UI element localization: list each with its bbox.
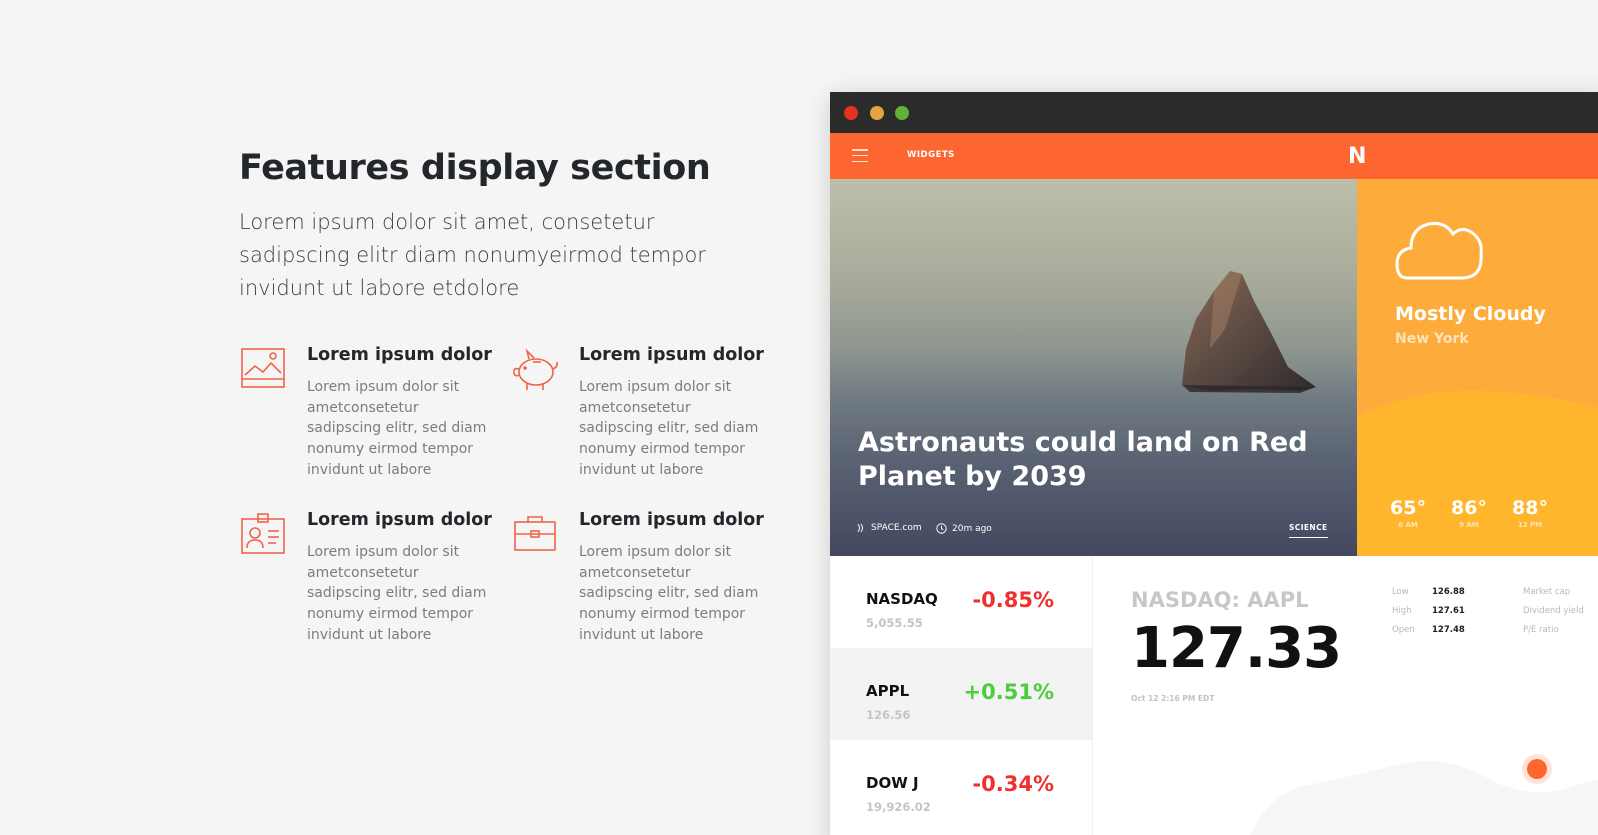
id-card-icon [241,513,285,554]
stock-name: NASDAQ [866,590,938,608]
image-icon [241,348,285,388]
stat-label-market-cap: Market cap [1523,587,1571,597]
hero-headline[interactable]: Astronauts could land on Red Planet by 2… [858,426,1318,494]
close-window-button[interactable] [844,106,858,120]
feature-description: Lorem ipsum dolor sit ametconsetetur sad… [307,379,487,478]
stock-row[interactable]: DOW J 19,926.02 -0.34% [830,740,1092,832]
stat-label-dividend-yield: Dividend yield [1523,606,1584,616]
piggy-bank-icon [513,348,558,390]
stock-row[interactable]: APPL 126.56 +0.51% [830,648,1092,740]
stat-value: 126.88 [1432,587,1465,597]
hero-image [830,271,1357,556]
app-logo[interactable]: N [1348,144,1366,169]
feature-description: Lorem ipsum dolor sit ametconsetetur sad… [579,544,759,643]
stock-value: 126.56 [866,708,911,722]
stock-value: 5,055.55 [866,616,923,630]
broadcast-icon [857,523,863,533]
weather-card[interactable]: Mostly Cloudy New York 65° 6 AM 86° 9 AM… [1357,179,1598,556]
stock-name: DOW J [866,774,919,792]
stock-change: -0.34% [972,772,1054,796]
feature-title: Lorem ipsum dolor [579,345,764,365]
weather-condition: Mostly Cloudy [1395,303,1546,325]
feature-description: Lorem ipsum dolor sit ametconsetetur sad… [579,379,759,478]
feature-title: Lorem ipsum dolor [307,345,492,365]
window-titlebar [830,92,1598,133]
stock-list: NASDAQ 5,055.55 -0.85% APPL 126.56 +0.51… [830,556,1092,832]
forecast-temp: 88° [1512,497,1548,519]
section-heading: Features display section [239,148,711,188]
features-section: Features display section Lorem ipsum dol… [239,146,779,675]
weather-city: New York [1395,331,1469,347]
feature-title: Lorem ipsum dolor [579,510,764,530]
forecast-time: 12 PM [1517,521,1543,529]
forecast-item: 86° 9 AM [1449,497,1489,529]
stock-detail-panel: NASDAQ: AAPL 127.33 Oct 12 2:16 PM EDT L… [1092,556,1598,835]
forecast-temp: 65° [1390,497,1426,519]
stat-value: 127.61 [1432,606,1465,616]
forecast-time: 6 AM [1398,521,1418,529]
stock-change: -0.85% [972,588,1054,612]
stat-label: High [1392,606,1412,616]
briefcase-icon [514,516,556,551]
news-hero-card[interactable]: Astronauts could land on Red Planet by 2… [830,179,1357,556]
detail-symbol: NASDAQ: AAPL [1131,588,1309,612]
menu-icon[interactable] [852,149,868,163]
nav-widgets[interactable]: WIDGETS [907,150,955,160]
hero-time: 20m ago [936,523,992,534]
stat-value: 127.48 [1432,625,1465,635]
stock-row[interactable]: NASDAQ 5,055.55 -0.85% [830,556,1092,648]
forecast-item: 65° 6 AM [1388,497,1428,529]
action-dot-button[interactable] [1527,759,1547,779]
clock-icon [936,523,947,534]
stat-label-pe-ratio: P/E ratio [1523,625,1559,635]
feature-title: Lorem ipsum dolor [307,510,492,530]
features-grid: Lorem ipsum dolor Lorem ipsum dolor sit … [239,345,779,675]
maximize-window-button[interactable] [895,106,909,120]
stock-name: APPL [866,682,910,700]
stat-label: Open [1392,625,1415,635]
app-window: WIDGETS N Astronauts could land on Red P… [830,92,1598,835]
detail-timestamp: Oct 12 2:16 PM EDT [1131,694,1215,703]
section-lead: Lorem ipsum dolor sit amet, consetetur s… [239,210,706,300]
forecast-temp: 86° [1451,497,1487,519]
app-header: WIDGETS N [830,133,1598,179]
detail-price: 127.33 [1131,616,1342,681]
stock-value: 19,926.02 [866,800,931,814]
minimize-window-button[interactable] [870,106,884,120]
hero-source-label: SPACE.com [871,523,922,533]
stock-change: +0.51% [963,680,1054,704]
feature-description: Lorem ipsum dolor sit ametconsetetur sad… [307,544,487,643]
hero-source[interactable]: SPACE.com [856,523,922,533]
cloud-icon [1395,222,1483,280]
hero-category-tag[interactable]: SCIENCE [1289,523,1328,538]
forecast-time: 9 AM [1459,521,1479,529]
hero-time-label: 20m ago [952,523,992,534]
forecast-item: 88° 12 PM [1510,497,1550,529]
stat-label: Low [1392,587,1409,597]
